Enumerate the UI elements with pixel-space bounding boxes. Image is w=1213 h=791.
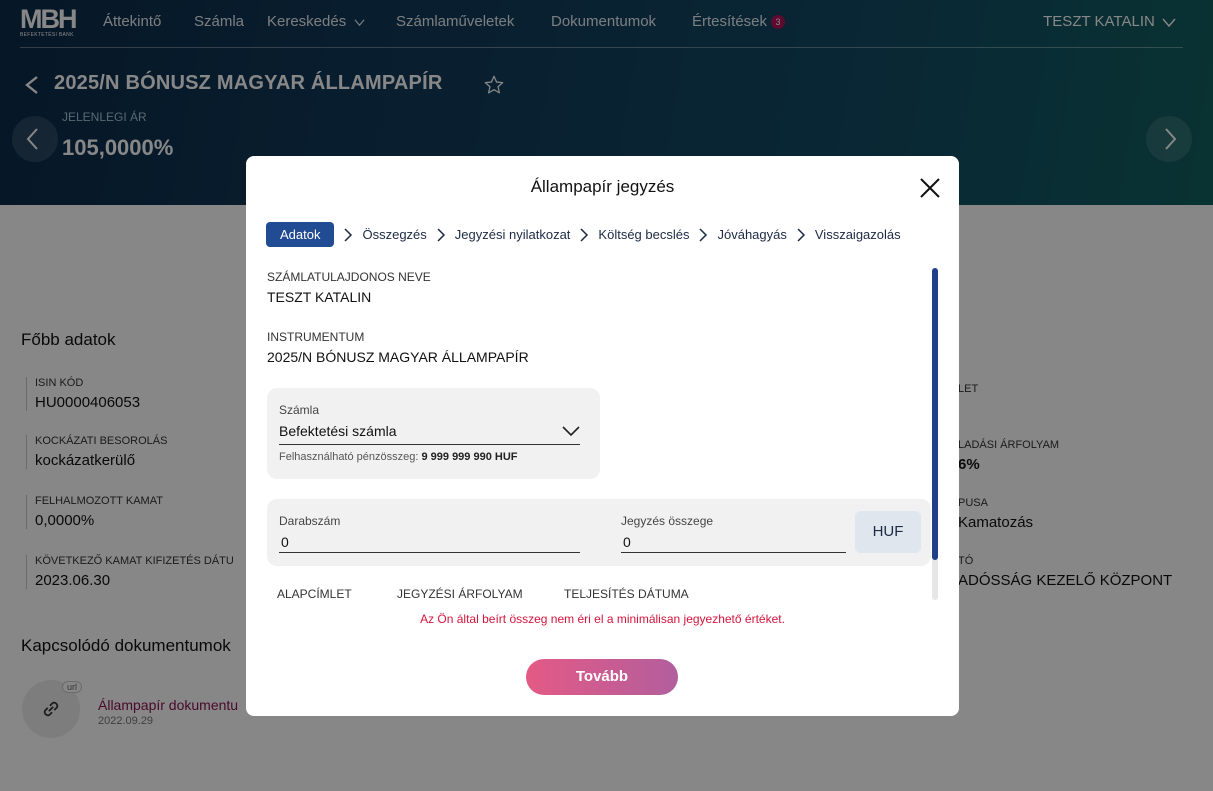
instrument-label: INSTRUMENTUM xyxy=(267,330,365,344)
instrument-value: 2025/N BÓNUSZ MAGYAR ÁLLAMPAPÍR xyxy=(267,349,529,365)
chevron-right-icon xyxy=(797,227,805,242)
chevron-right-icon xyxy=(580,227,589,242)
step-data[interactable]: Adatok xyxy=(266,222,335,247)
chevron-right-icon xyxy=(437,227,445,242)
modal-title: Állampapír jegyzés xyxy=(530,177,675,196)
column-header-nominal: ALAPCÍMLET xyxy=(277,587,352,601)
owner-value: TESZT KATALIN xyxy=(267,289,372,305)
step-approval[interactable]: Jóváhagyás xyxy=(717,227,786,242)
amount-card: Darabszám 0 Jegyzés összege 0 HUF xyxy=(267,499,931,566)
account-card: Számla Befektetési számla Felhasználható… xyxy=(267,388,600,479)
step-declaration[interactable]: Jegyzési nyilatkozat xyxy=(455,227,571,242)
currency-button[interactable]: HUF xyxy=(855,511,921,553)
close-icon[interactable] xyxy=(919,177,941,199)
next-button[interactable]: Tovább xyxy=(526,659,678,695)
chevron-down-icon xyxy=(562,426,580,437)
step-cost-estimate[interactable]: Költség becslés xyxy=(598,227,689,242)
quantity-label: Darabszám xyxy=(279,514,341,528)
available-funds: Felhasználható pénzösszeg: 9 999 999 990… xyxy=(279,451,518,463)
error-message: Az Ön által beírt összeg nem éri el a mi… xyxy=(420,612,785,626)
chevron-right-icon xyxy=(344,227,353,242)
step-confirmation[interactable]: Visszaigazolás xyxy=(815,227,901,242)
subscription-amount-label: Jegyzés összege xyxy=(621,514,714,528)
step-progress: Adatok Összegzés Jegyzési nyilatkozat Kö… xyxy=(266,222,901,247)
scrollbar-thumb[interactable] xyxy=(932,268,938,560)
step-summary[interactable]: Összegzés xyxy=(362,227,426,242)
subscription-modal: Állampapír jegyzés Adatok Összegzés Jegy… xyxy=(246,156,959,716)
column-header-subscription-rate: JEGYZÉSI ÁRFOLYAM xyxy=(397,587,523,601)
column-header-settlement-date: TELJESÍTÉS DÁTUMA xyxy=(564,587,689,601)
quantity-input[interactable]: 0 xyxy=(279,531,580,553)
available-funds-value: 9 999 999 990 HUF xyxy=(421,451,518,463)
available-funds-label: Felhasználható pénzösszeg: xyxy=(279,451,422,463)
account-label: Számla xyxy=(279,403,320,417)
subscription-amount-input[interactable]: 0 xyxy=(621,531,846,553)
chevron-right-icon xyxy=(699,227,708,242)
account-select[interactable]: Befektetési számla xyxy=(279,423,580,445)
account-selected-value: Befektetési számla xyxy=(279,423,397,439)
owner-label: SZÁMLATULAJDONOS NEVE xyxy=(267,270,431,284)
